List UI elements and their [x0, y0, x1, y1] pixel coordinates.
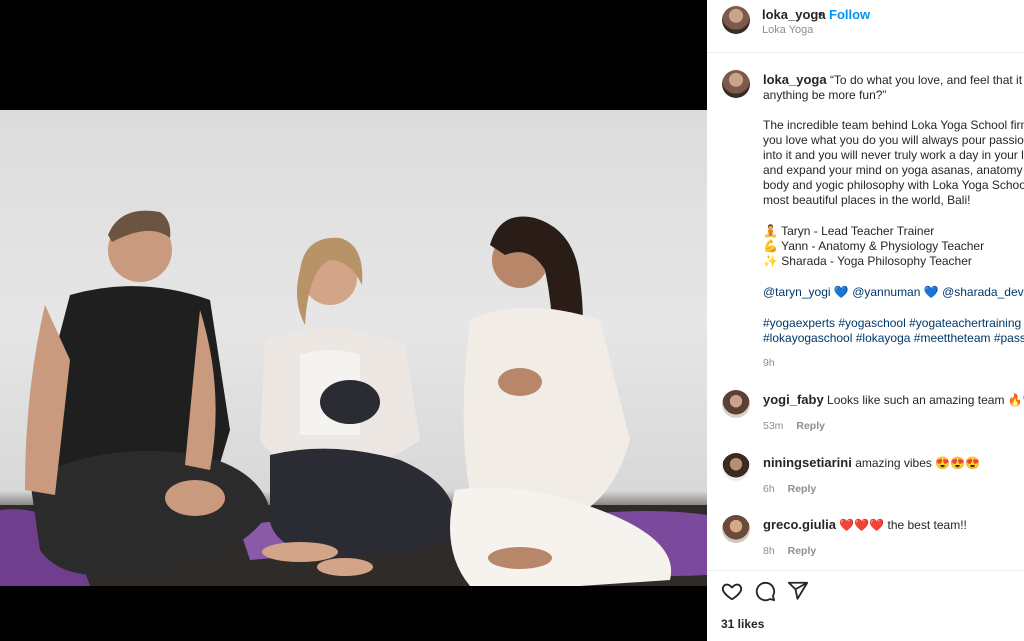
caption-timestamp[interactable]: 9h: [763, 357, 775, 369]
heart-icon[interactable]: [721, 580, 743, 607]
comment-username[interactable]: niningsetiarini: [763, 455, 852, 470]
caption-text-line-3: The incredible team behind Loka Yoga Sch…: [763, 118, 1024, 132]
hashtags-line-2[interactable]: #lokayogaschool #lokayoga #meettheteam #…: [763, 331, 1024, 347]
red-heart-icon: ❤️❤️❤️: [839, 518, 885, 532]
comment-2-meta: 6h Reply: [763, 483, 816, 495]
team-item-text: Yann - Anatomy & Physiology Teacher: [781, 239, 985, 253]
comment-time[interactable]: 6h: [763, 483, 775, 495]
reply-button[interactable]: Reply: [788, 545, 817, 557]
comment-2: niningsetiarini amazing vibes 😍😍😍: [763, 455, 980, 470]
fire-heart-icon: 🔥❤️: [1007, 393, 1024, 407]
share-icon[interactable]: [787, 580, 809, 607]
mention-link[interactable]: @taryn_yogi: [763, 285, 831, 299]
reply-button[interactable]: Reply: [788, 483, 817, 495]
follow-button[interactable]: Follow: [829, 7, 870, 22]
comment-time[interactable]: 53m: [763, 420, 783, 432]
team-item-text: Sharada - Yoga Philosophy Teacher: [781, 254, 972, 268]
caption-text-line-4: you love what you do you will always pou…: [763, 133, 1024, 147]
caption-text-line-5: into it and you will never truly work a …: [763, 148, 1024, 162]
team-item-yann: 💪 Yann - Anatomy & Physiology Teacher: [763, 239, 984, 255]
team-item-taryn: 🧘 Taryn - Lead Teacher Trainer: [763, 224, 934, 240]
meditation-icon: 🧘: [763, 224, 778, 238]
comment-1-meta: 53m Reply: [763, 420, 825, 432]
mention-link[interactable]: @yannuman: [852, 285, 920, 299]
hashtags-line-1[interactable]: #yogaexperts #yogaschool #yogateachertra…: [763, 316, 1024, 332]
mention-link[interactable]: @sharada_devi_: [942, 285, 1024, 299]
caption-text-line-6: and expand your mind on yoga asanas, ana…: [763, 163, 1024, 177]
actions-divider: [707, 570, 1024, 571]
author-avatar[interactable]: [722, 6, 750, 34]
photo-illustration: [0, 210, 707, 586]
team-item-text: Taryn - Lead Teacher Trainer: [781, 224, 935, 238]
sparkles-icon: ✨: [763, 254, 778, 268]
mentions-line: @taryn_yogi 💙 @yannuman 💙 @sharada_devi_: [763, 285, 1024, 301]
heart-eyes-icon: 😍😍😍: [935, 456, 981, 470]
commenter-avatar[interactable]: [722, 390, 750, 418]
comment-username[interactable]: greco.giulia: [763, 517, 836, 532]
post-location[interactable]: Loka Yoga: [762, 24, 813, 36]
comment-text: the best team!!: [887, 518, 967, 532]
team-item-sharada: ✨ Sharada - Yoga Philosophy Teacher: [763, 254, 972, 270]
caption-text-line-8: most beautiful places in the world, Bali…: [763, 193, 971, 207]
comment-username[interactable]: yogi_faby: [763, 392, 824, 407]
caption-text-line-1: “To do what you love, and feel that it m…: [829, 73, 1024, 87]
caption-text-line-7: body and yogic philosophy with Loka Yoga…: [763, 178, 1024, 192]
blue-heart-icon: 💙: [923, 285, 939, 299]
comment-time[interactable]: 8h: [763, 545, 775, 557]
header-separator: •: [818, 7, 823, 21]
comment-text: amazing vibes: [855, 456, 932, 470]
comment-3: greco.giulia ❤️❤️❤️ the best team!!: [763, 517, 967, 532]
reply-button[interactable]: Reply: [796, 420, 825, 432]
post-media[interactable]: [0, 0, 707, 641]
post-header: loka_yoga • Follow Loka Yoga: [707, 0, 1024, 53]
blue-heart-icon: 💙: [833, 285, 849, 299]
author-username[interactable]: loka_yoga: [762, 7, 826, 22]
post-photo: [0, 110, 707, 586]
caption-first-line: loka_yoga “To do what you love, and feel…: [763, 72, 1024, 89]
muscle-icon: 💪: [763, 239, 778, 253]
caption-text-line-2: anything be more fun?”: [763, 88, 887, 102]
commenter-avatar[interactable]: [722, 453, 750, 481]
comment-icon[interactable]: [754, 580, 776, 607]
commenter-avatar[interactable]: [722, 515, 750, 543]
comment-3-meta: 8h Reply: [763, 545, 816, 557]
caption-username[interactable]: loka_yoga: [763, 72, 827, 87]
comment-text: Looks like such an amazing team: [827, 393, 1005, 407]
caption-avatar[interactable]: [722, 70, 750, 98]
likes-count[interactable]: 31 likes: [721, 617, 764, 631]
comment-1: yogi_faby Looks like such an amazing tea…: [763, 392, 1024, 407]
post-details-panel: loka_yoga • Follow Loka Yoga loka_yoga “…: [707, 0, 1024, 641]
